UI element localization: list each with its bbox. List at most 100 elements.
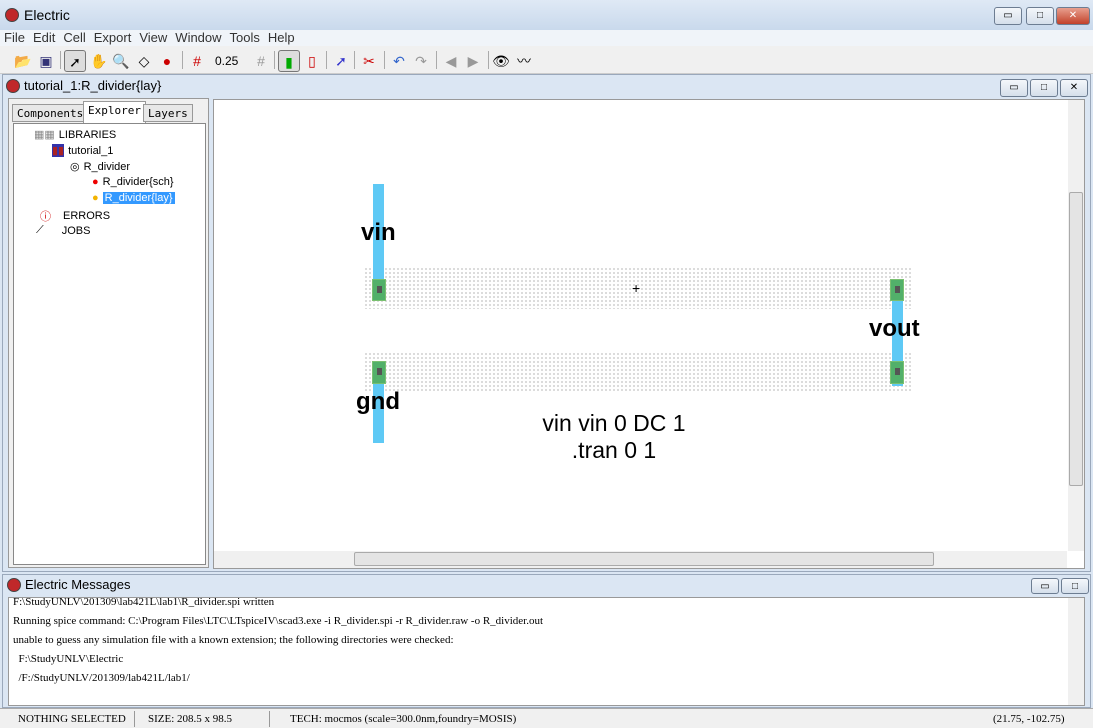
vout-label[interactable]: vout bbox=[869, 315, 920, 343]
electric-logo-icon bbox=[6, 78, 20, 93]
layout-dot-icon: ● bbox=[92, 192, 99, 204]
grid-coarser-icon[interactable]: # bbox=[250, 50, 272, 72]
vertical-scroll-thumb[interactable] bbox=[1069, 192, 1083, 486]
select-arrow-icon[interactable]: ➚ bbox=[64, 50, 86, 72]
redo-icon[interactable]: ↷ bbox=[410, 50, 432, 72]
errors-icon: ⓘ bbox=[40, 211, 51, 223]
minimize-button[interactable]: ▭ bbox=[994, 7, 1022, 25]
eye-open-icon[interactable]: 👁 bbox=[490, 50, 512, 72]
cell-close-button[interactable]: ✕ bbox=[1060, 79, 1088, 97]
tree-errors[interactable]: ⓘ ERRORS bbox=[40, 208, 110, 224]
messages-minimize-button[interactable]: ▭ bbox=[1031, 578, 1059, 594]
explorer-tree: ▦▦ LIBRARIES ▮▮ tutorial_1 ◎ R_divider ● R_d… bbox=[13, 123, 206, 565]
grid-size-value: 0.25 bbox=[215, 54, 239, 68]
cell-icon: ◎ bbox=[70, 161, 80, 173]
tree-label: ERRORS bbox=[63, 210, 111, 222]
layout-canvas[interactable]: vin vout gnd vin vin 0 DC 1 .tran 0 1 + bbox=[213, 99, 1085, 569]
messages-scrollbar[interactable] bbox=[1068, 598, 1084, 705]
selection-status: NOTHING SELECTED bbox=[10, 711, 135, 727]
menu-help[interactable]: Help bbox=[268, 30, 295, 46]
vertical-scrollbar[interactable] bbox=[1068, 100, 1084, 551]
separator bbox=[182, 51, 183, 69]
spice-line-1[interactable]: vin vin 0 DC 1 bbox=[464, 410, 764, 437]
jobs-icon: ⟋ bbox=[36, 224, 44, 236]
message-line: unable to guess any simulation file with… bbox=[13, 634, 454, 646]
eye-closed-icon[interactable]: 〰 bbox=[513, 50, 535, 72]
measure-icon[interactable]: ● bbox=[156, 50, 178, 72]
electric-logo-icon bbox=[5, 8, 19, 22]
menu-tools[interactable]: Tools bbox=[230, 30, 260, 46]
contact[interactable] bbox=[890, 279, 904, 301]
menu-window[interactable]: Window bbox=[175, 30, 221, 46]
outline-edit-icon[interactable]: ◇ bbox=[133, 50, 155, 72]
tab-layers[interactable]: Layers bbox=[143, 104, 193, 122]
cell-maximize-button[interactable]: □ bbox=[1030, 79, 1058, 97]
tree-label: R_divider{sch} bbox=[102, 176, 174, 188]
separator bbox=[60, 51, 61, 69]
back-arrow-icon[interactable]: ◀ bbox=[440, 50, 462, 72]
open-library-icon[interactable]: 📂 bbox=[12, 50, 34, 72]
cell-window-title-text: tutorial_1:R_divider{lay} bbox=[24, 78, 162, 93]
library-icon: ▮▮ bbox=[52, 144, 65, 157]
undo-icon[interactable]: ↶ bbox=[388, 50, 410, 72]
separator bbox=[326, 51, 327, 69]
messages-maximize-button[interactable]: □ bbox=[1061, 578, 1089, 594]
spice-line-2[interactable]: .tran 0 1 bbox=[464, 437, 764, 464]
tree-cell[interactable]: ◎ R_divider bbox=[70, 160, 130, 174]
tab-components[interactable]: Components bbox=[12, 104, 89, 122]
gnd-label[interactable]: gnd bbox=[356, 388, 400, 416]
size-status: SIZE: 208.5 x 98.5 bbox=[140, 711, 270, 727]
separator bbox=[384, 51, 385, 69]
tree-jobs[interactable]: ⟋ JOBS bbox=[36, 224, 90, 237]
separator bbox=[354, 51, 355, 69]
crosshair-icon: + bbox=[632, 280, 641, 296]
tree-library[interactable]: ▮▮ tutorial_1 bbox=[52, 144, 113, 157]
contact[interactable] bbox=[372, 361, 386, 384]
vin-label[interactable]: vin bbox=[361, 219, 396, 247]
resistor-bottom[interactable] bbox=[364, 352, 911, 391]
message-line: F:\StudyUNLV\Electric bbox=[13, 653, 124, 665]
electric-logo-icon bbox=[7, 578, 21, 592]
forward-arrow-icon[interactable]: ▶ bbox=[462, 50, 484, 72]
contact[interactable] bbox=[890, 361, 904, 384]
half-arc-icon[interactable]: ▯ bbox=[301, 50, 323, 72]
tab-explorer[interactable]: Explorer bbox=[83, 101, 146, 123]
message-line: F:\StudyUNLV\201309\lab421L\lab1\R_divid… bbox=[13, 597, 275, 608]
contact[interactable] bbox=[372, 279, 386, 301]
menu-edit[interactable]: Edit bbox=[33, 30, 55, 46]
message-line: /F:/StudyUNLV/201309/lab421L/lab1/ bbox=[13, 672, 190, 684]
maximize-button[interactable]: □ bbox=[1026, 7, 1054, 25]
separator bbox=[436, 51, 437, 69]
tech-status: TECH: mocmos (scale=300.0nm,foundry=MOSI… bbox=[290, 713, 517, 725]
menu-file[interactable]: File bbox=[4, 30, 25, 46]
menu-bar: File Edit Cell Export View Window Tools … bbox=[0, 30, 1093, 46]
separator bbox=[488, 51, 489, 69]
tree-view-sch[interactable]: ● R_divider{sch} bbox=[92, 176, 174, 188]
menu-cell[interactable]: Cell bbox=[63, 30, 85, 46]
messages-log[interactable]: F:\StudyUNLV\201309\lab421L\lab1\R_divid… bbox=[8, 597, 1085, 706]
app-title: Electric bbox=[24, 7, 70, 23]
cursor-coordinates: (21.75, -102.75) bbox=[993, 713, 1065, 725]
horizontal-scroll-thumb[interactable] bbox=[354, 552, 934, 566]
messages-title: Electric Messages bbox=[25, 577, 131, 592]
cell-minimize-button[interactable]: ▭ bbox=[1000, 79, 1028, 97]
libraries-icon: ▦▦ bbox=[34, 129, 55, 141]
tree-label: R_divider{lay} bbox=[102, 192, 175, 204]
grid-finer-icon[interactable]: # bbox=[186, 50, 208, 72]
message-line: Running spice command: C:\Program Files\… bbox=[13, 615, 544, 627]
close-button[interactable]: ✕ bbox=[1056, 7, 1090, 25]
zoom-icon[interactable]: 🔍 bbox=[110, 50, 132, 72]
pan-hand-icon[interactable]: ✋ bbox=[88, 50, 110, 72]
menu-export[interactable]: Export bbox=[94, 30, 132, 46]
tree-view-lay[interactable]: ● R_divider{lay} bbox=[92, 192, 175, 204]
tree-libraries[interactable]: ▦▦ LIBRARIES bbox=[34, 128, 116, 142]
status-bar: NOTHING SELECTED SIZE: 208.5 x 98.5 TECH… bbox=[0, 708, 1093, 728]
tree-label: tutorial_1 bbox=[68, 144, 114, 157]
separator bbox=[274, 51, 275, 69]
horizontal-scrollbar[interactable] bbox=[214, 551, 1067, 568]
full-arc-icon[interactable]: ▮ bbox=[278, 50, 300, 72]
menu-view[interactable]: View bbox=[139, 30, 167, 46]
select-special-icon[interactable]: ➚ bbox=[330, 50, 352, 72]
tools-icon[interactable]: ✂ bbox=[358, 50, 380, 72]
save-icon[interactable]: ▣ bbox=[35, 50, 57, 72]
